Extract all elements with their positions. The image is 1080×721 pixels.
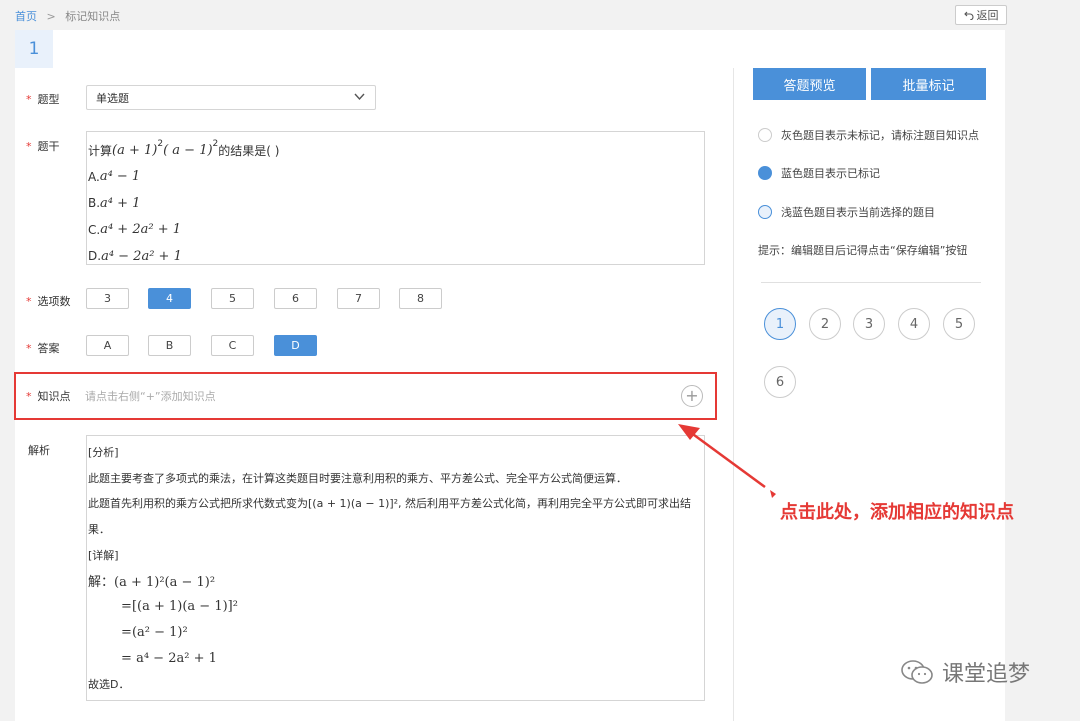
annotation-callout: 点击此处，添加相应的知识点 — [780, 502, 1014, 523]
watermark-text: 课堂追梦 — [942, 662, 1031, 687]
watermark: 课堂追梦 — [900, 656, 1030, 688]
wechat-icon — [901, 660, 933, 684]
annotation-arrow — [678, 424, 776, 498]
